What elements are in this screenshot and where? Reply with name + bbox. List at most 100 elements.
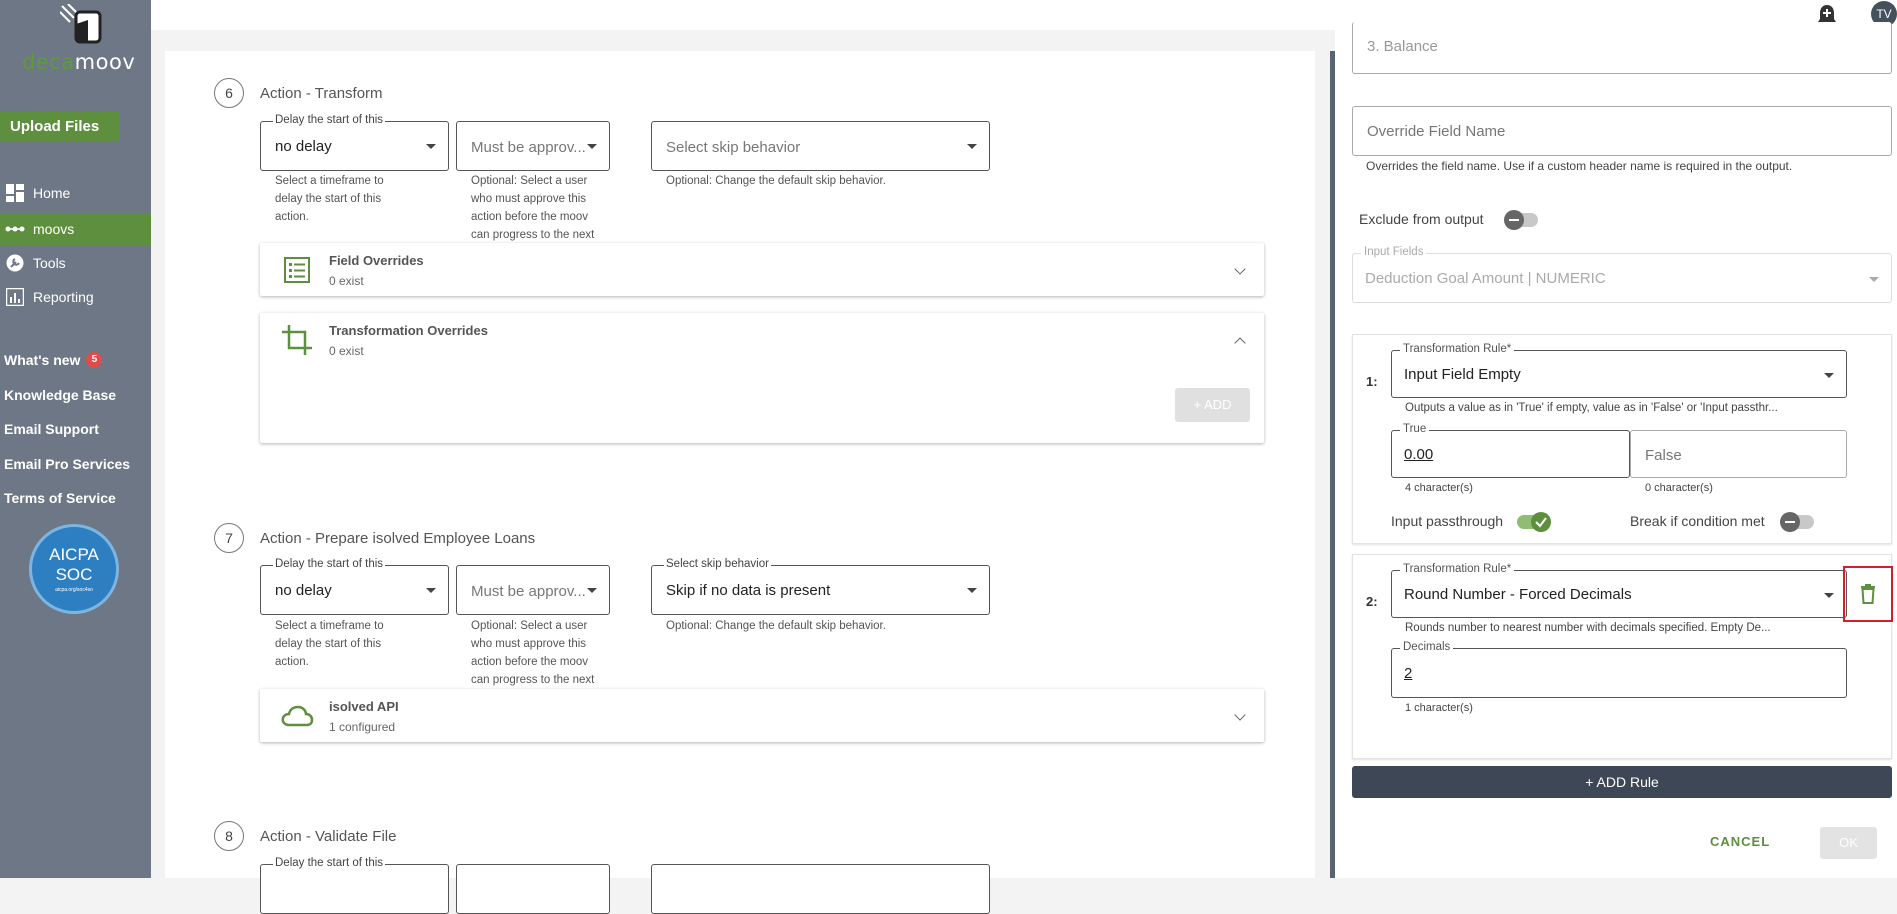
decimals-label: Decimals [1400, 641, 1454, 653]
upload-files-button[interactable]: Upload Files [0, 112, 120, 142]
delay-help-line: delay the start of this [275, 193, 382, 205]
transformation-rule-help: Outputs a value as in 'True' if empty, v… [1405, 402, 1778, 414]
whats-new-link[interactable]: What's new 5 [4, 352, 103, 368]
override-field-name-input[interactable]: Override Field Name [1352, 106, 1892, 156]
delay-help-line: delay the start of this [275, 638, 382, 650]
isolved-api-card[interactable]: isolved API 1 configured [260, 689, 1264, 742]
input-passthrough-toggle[interactable] [1517, 512, 1551, 532]
false-value-input[interactable]: False [1630, 430, 1847, 478]
sidebar: decamoov Upload Files Home moovs Tools R… [0, 0, 151, 878]
delay-select-6[interactable]: Delay the start of this no delay [260, 114, 449, 171]
delay-help-line: Select a timeframe to [275, 620, 384, 632]
approver-select-placeholder: Must be approv... [471, 583, 586, 600]
input-fields-value: Deduction Goal Amount | NUMERIC [1365, 270, 1606, 287]
toggle-knob [1504, 210, 1524, 230]
ok-button[interactable]: OK [1820, 827, 1877, 859]
break-condition-toggle[interactable] [1780, 512, 1814, 532]
delete-rule-button[interactable] [1843, 566, 1893, 622]
aicpa-badge-line2: SOC [55, 565, 93, 584]
step-title-8: Action - Validate File [260, 828, 397, 845]
cloud-icon [281, 705, 314, 727]
delay-select-value: no delay [275, 138, 332, 155]
whats-new-badge: 5 [86, 352, 103, 368]
skip-select-8[interactable] [651, 864, 990, 914]
approver-select-6[interactable]: Must be approv... [456, 121, 610, 171]
delay-select-label: Delay the start of this [273, 857, 386, 869]
input-fields-select: Input Fields Deduction Goal Amount | NUM… [1352, 246, 1892, 303]
true-char-count: 4 character(s) [1405, 482, 1473, 494]
cube-logo-icon [60, 4, 102, 44]
chevron-down-icon [587, 588, 597, 593]
approver-select-7[interactable]: Must be approv... [456, 565, 610, 615]
transformation-rule-select-1[interactable]: Transformation Rule* Input Field Empty [1391, 343, 1847, 398]
nav-reporting-label: Reporting [33, 289, 94, 305]
whats-new-label: What's new [4, 352, 81, 368]
aicpa-soc-badge: AICPA SOC aicpa.org/soc4so [29, 524, 119, 614]
step-title-6: Action - Transform [260, 85, 383, 102]
skip-select-6[interactable]: Select skip behavior [651, 121, 990, 171]
nav-tools[interactable]: Tools [0, 247, 151, 279]
terms-of-service-link[interactable]: Terms of Service [4, 490, 116, 506]
transformation-overrides-card[interactable]: Transformation Overrides 0 exist [260, 313, 1264, 443]
decimals-input[interactable]: Decimals 2 [1391, 641, 1847, 698]
field-overrides-card[interactable]: Field Overrides 0 exist [260, 243, 1264, 296]
chevron-down-icon[interactable] [1234, 709, 1246, 721]
approver-select-placeholder: Must be approv... [471, 139, 586, 156]
card-subtitle: 0 exist [329, 274, 364, 288]
decimals-char-count: 1 character(s) [1405, 702, 1473, 714]
transformation-rule-value: Input Field Empty [1404, 366, 1521, 383]
delay-select-7[interactable]: Delay the start of this no delay [260, 558, 449, 615]
chevron-down-icon [426, 144, 436, 149]
delay-select-value: no delay [275, 582, 332, 599]
skip-select-value: Skip if no data is present [666, 582, 831, 599]
approver-help-7: Optional: Select a user who must approve… [471, 617, 594, 689]
true-value-input[interactable]: True 0.00 [1391, 423, 1630, 478]
dashboard-icon [5, 183, 25, 203]
transformation-rule-label: Transformation Rule* [1400, 343, 1515, 355]
delay-help-line: Select a timeframe to [275, 175, 384, 187]
add-rule-button[interactable]: + ADD Rule [1352, 766, 1892, 798]
exclude-output-toggle[interactable] [1504, 210, 1538, 230]
nav-tools-label: Tools [33, 255, 66, 271]
approver-help-line: Optional: Select a user [471, 620, 588, 632]
nav-home[interactable]: Home [0, 177, 151, 209]
approver-help-6: Optional: Select a user who must approve… [471, 172, 594, 244]
nav-moovs[interactable]: moovs [0, 213, 151, 245]
chevron-down-icon [967, 144, 977, 149]
aicpa-badge-line1: AICPA [49, 545, 99, 564]
chevron-down-icon[interactable] [1234, 263, 1246, 275]
false-value-placeholder: False [1645, 447, 1682, 464]
crop-icon [282, 325, 312, 355]
true-value-label: True [1400, 423, 1430, 435]
delay-select-8[interactable]: Delay the start of this [260, 857, 449, 914]
partial-field[interactable]: 3. Balance [1352, 22, 1892, 74]
skip-select-7[interactable]: Select skip behavior Skip if no data is … [651, 558, 990, 615]
approver-help-line: Optional: Select a user [471, 175, 588, 187]
email-support-link[interactable]: Email Support [4, 421, 99, 437]
chevron-down-icon [587, 144, 597, 149]
false-char-count: 0 character(s) [1645, 482, 1713, 494]
moovs-dots-icon [5, 219, 25, 239]
skip-help-7: Optional: Change the default skip behavi… [666, 620, 886, 632]
chevron-down-icon [426, 588, 436, 593]
exclude-output-label: Exclude from output [1359, 211, 1484, 227]
email-pro-services-link[interactable]: Email Pro Services [4, 456, 130, 472]
aicpa-badge-line3: aicpa.org/soc4so [55, 587, 93, 593]
add-transformation-override-button[interactable]: + ADD [1175, 388, 1250, 422]
nav-reporting[interactable]: Reporting [0, 281, 151, 313]
nav-moovs-label: moovs [33, 221, 75, 237]
override-help: Overrides the field name. Use if a custo… [1366, 159, 1793, 173]
delay-help-line: action. [275, 211, 309, 223]
cancel-button[interactable]: CANCEL [1710, 834, 1770, 849]
card-title: Transformation Overrides [329, 323, 488, 338]
card-title: isolved API [329, 699, 399, 714]
chevron-up-icon[interactable] [1234, 337, 1246, 349]
rule-number: 1: [1366, 374, 1378, 389]
decimals-value: 2 [1404, 665, 1413, 682]
knowledge-base-link[interactable]: Knowledge Base [4, 387, 116, 403]
transformation-rule-select-2[interactable]: Transformation Rule* Round Number - Forc… [1391, 563, 1847, 618]
approver-help-line: can progress to the next [471, 229, 595, 241]
approver-select-8[interactable] [456, 864, 610, 914]
decamoov-logo[interactable]: decamoov [18, 0, 138, 74]
delay-help-6: Select a timeframe to delay the start of… [275, 172, 384, 226]
